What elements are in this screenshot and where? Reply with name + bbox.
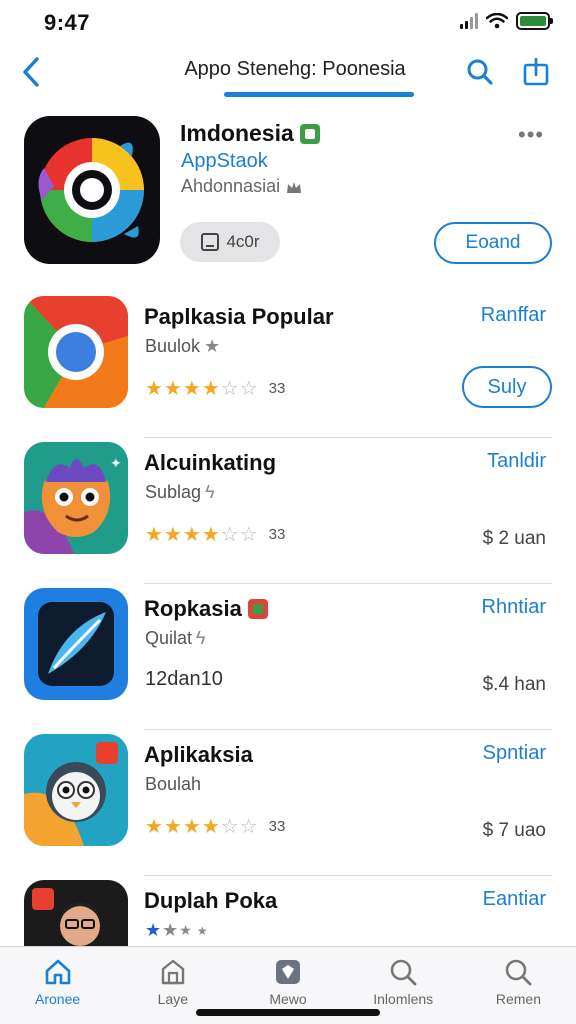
rating-count: 33 [268,526,286,543]
list-item[interactable]: Ropkasia Quilat ϟ 12dan10 Rhntiar $.4 ha… [0,584,576,730]
list-item[interactable]: ✦ Alcuinkating Sublag ϟ ★ ★ ★ ★ ☆ ☆ 33 Tanldi… [0,438,576,584]
app-action-link[interactable]: Rhntiar [482,596,546,619]
page-title: Appo Stenehg: Poonesia [184,58,406,80]
tab-label: Mewo [269,991,307,1007]
rating-count: 33 [268,380,286,397]
lightning-icon: ϟ [196,628,206,648]
share-icon [523,57,549,86]
star-rating: ★ ★ ★ ★ [145,920,208,940]
home-icon [45,959,70,985]
app-name: Duplah Poka [144,888,278,913]
feather-app-icon [24,588,128,700]
search-icon [390,959,417,986]
back-button[interactable] [14,52,48,92]
badge-icon [299,123,320,144]
app-list: Paplkasia Popular Buulok ★ ★ ★ ★ ★ ☆ ☆ 33 Ran… [0,292,576,1022]
lightning-icon: ϟ [205,482,215,502]
featured-app[interactable]: Imdonesia AppStaok Ahdonnasiai ••• 4c0r … [0,112,576,282]
search-icon [506,959,532,986]
app-action-link[interactable]: Eantiar [483,888,546,911]
star-rating: ★ ★ ★ ★ ☆ ☆ 33 [145,378,286,400]
status-bar: 9:47 [0,0,576,44]
featured-app-icon [24,116,160,264]
crown-icon [287,181,302,193]
featured-app-developer[interactable]: AppStaok [181,150,268,173]
svg-text:✦: ✦ [110,456,122,472]
featured-get-button[interactable]: Eoand [434,222,552,264]
app-name: Alcuinkating [144,450,277,475]
monster-app-icon: ✦ [24,442,128,554]
home-indicator [196,1009,380,1016]
badge-icon [247,599,268,619]
search-button[interactable] [462,52,498,92]
nav-bar: Appo Stenehg: Poonesia [0,44,576,104]
cube-icon [276,960,300,984]
tab-label: Aronee [35,991,81,1007]
app-action-link[interactable]: Spntiar [483,742,546,765]
battery-icon [516,12,553,30]
star-rating: ★ ★ ★ ★ ☆ ☆ 33 [145,816,286,838]
app-subtitle: Quilat ϟ [145,628,206,648]
chrome-app-icon [24,296,128,408]
list-item[interactable]: Paplkasia Popular Buulok ★ ★ ★ ★ ★ ☆ ☆ 33 Ran… [0,292,576,438]
more-options-button[interactable]: ••• [518,122,544,148]
app-price: $ 2 uan [482,528,546,549]
penguin-app-icon [24,734,128,846]
app-name: Paplkasia Popular [144,304,334,329]
star-rating: ★ ★ ★ ★ ☆ ☆ 33 [145,524,286,546]
tab-label: Remen [495,991,541,1007]
app-price: $ 7 uao [482,820,546,841]
tab-search-2[interactable]: Remen [461,947,576,1024]
app-name: Ropkasia [144,596,268,622]
wifi-icon [486,13,508,29]
tab-label: Inlomlens [373,991,434,1007]
featured-rating-pill: 4c0r [180,222,280,262]
signal-icon [460,13,478,29]
rating-count: 33 [268,818,286,835]
app-price: $.4 han [482,674,546,695]
app-action-link[interactable]: Ranffar [481,304,546,327]
app-info: 12dan10 [145,668,223,690]
app-action-link[interactable]: Tanldir [487,450,546,473]
search-icon [467,59,493,85]
app-subtitle: Buulok ★ [145,336,221,356]
app-subtitle: Sublag ϟ [145,482,215,502]
featured-app-subtitle: Ahdonnasiai [181,176,302,197]
title-underline [224,92,414,97]
star-icon: ★ [204,336,221,356]
store-icon [161,959,184,985]
age-rating-icon [201,233,220,251]
person-app-icon [24,880,128,950]
list-item[interactable]: Aplikaksia Boulah ★ ★ ★ ★ ☆ ☆ 33 Spntiar $ 7 … [0,730,576,876]
status-time: 9:47 [44,10,91,35]
tab-home[interactable]: Aronee [0,947,115,1024]
tab-label: Laye [157,991,188,1007]
app-get-button[interactable]: Suly [462,366,552,408]
app-subtitle: Boulah [145,774,202,794]
share-button[interactable] [518,52,554,92]
featured-app-title: Imdonesia [180,120,320,147]
app-name: Aplikaksia [144,742,253,767]
status-icons [460,12,553,30]
chevron-left-icon [23,57,39,87]
